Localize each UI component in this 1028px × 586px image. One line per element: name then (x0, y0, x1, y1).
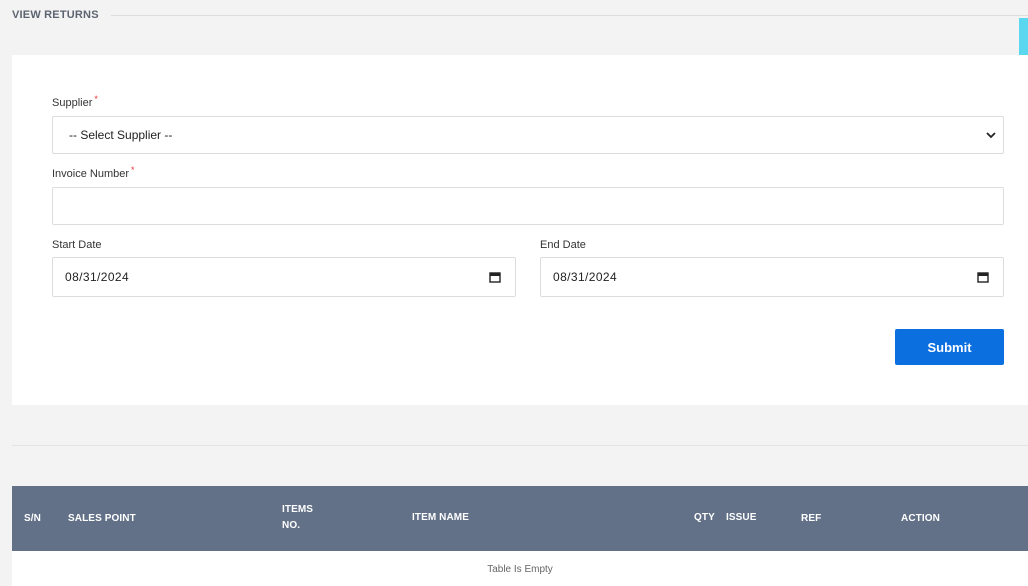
section-divider (110, 14, 1028, 16)
supplier-select[interactable]: -- Select Supplier -- (52, 116, 1004, 154)
invoice-label-text: Invoice Number (52, 168, 130, 180)
section-divider (12, 445, 1028, 446)
supplier-label: Supplier * (52, 94, 98, 109)
column-header-issue[interactable]: ISSUE (726, 510, 757, 526)
end-date-value: 08/31/2024 (553, 270, 618, 284)
column-header-action[interactable]: ACTION (901, 511, 940, 527)
start-date-input[interactable]: 08/31/2024 (52, 257, 516, 297)
calendar-icon[interactable] (489, 271, 501, 283)
filter-form-card: Supplier * -- Select Supplier -- Invoice … (12, 55, 1028, 405)
section-header: VIEW RETURNS (12, 8, 1028, 22)
submit-button[interactable]: Submit (895, 329, 1004, 365)
end-date-label: End Date (540, 239, 586, 251)
column-header-items-no[interactable]: NO. (282, 518, 300, 534)
column-header-items[interactable]: ITEMS (282, 502, 313, 518)
required-mark: * (94, 94, 98, 104)
required-mark: * (131, 165, 135, 175)
supplier-selected-value: -- Select Supplier -- (69, 128, 173, 142)
invoice-number-input[interactable] (52, 187, 1004, 225)
empty-table-message: Table Is Empty (487, 564, 553, 575)
invoice-label: Invoice Number * (52, 165, 135, 180)
table-header: S/N SALES POINT ITEMS NO. ITEM NAME QTY … (12, 486, 1028, 551)
end-date-input[interactable]: 08/31/2024 (540, 257, 1004, 297)
start-date-value: 08/31/2024 (65, 270, 130, 284)
column-header-ref[interactable]: REF (801, 511, 821, 527)
column-header-item-name[interactable]: ITEM NAME (412, 510, 469, 526)
column-header-sn[interactable]: S/N (24, 511, 41, 527)
calendar-icon[interactable] (977, 271, 989, 283)
column-header-sales-point[interactable]: SALES POINT (68, 511, 136, 527)
table-body: Table Is Empty (12, 551, 1028, 586)
chevron-down-icon (986, 132, 996, 139)
column-header-qty[interactable]: QTY (694, 510, 715, 526)
page-title: VIEW RETURNS (12, 9, 99, 21)
start-date-label: Start Date (52, 239, 102, 251)
supplier-label-text: Supplier (52, 97, 93, 109)
